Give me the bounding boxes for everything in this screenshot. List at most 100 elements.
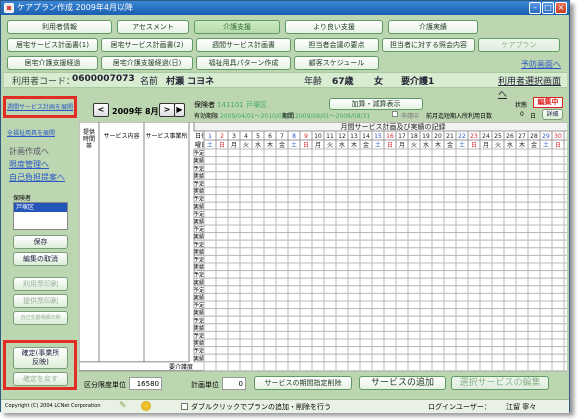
- schedule-cell: [335, 254, 349, 264]
- schedule-cell: [395, 353, 409, 363]
- schedule-cell: [503, 277, 517, 287]
- nav-care-support[interactable]: 介護支援: [194, 20, 280, 34]
- insurer-value: 141101 戸塚区: [217, 101, 267, 109]
- schedule-cell: [539, 270, 553, 279]
- day-number: 28: [530, 133, 538, 140]
- schedule-cell: [335, 292, 349, 302]
- schedule-cell: [203, 270, 217, 279]
- schedule-cell: [203, 194, 217, 203]
- schedule-cell: [227, 186, 241, 196]
- nav-careplan[interactable]: ケアプラン: [478, 38, 560, 52]
- cancel-edit-button[interactable]: 編集の取消: [13, 252, 68, 266]
- nav-better-support[interactable]: より良い支援: [285, 20, 383, 34]
- schedule-cell: [419, 338, 433, 348]
- schedule-cell: [503, 239, 517, 249]
- insurer-list-item[interactable]: 戸塚区: [14, 203, 67, 212]
- schedule-cell: [479, 292, 493, 302]
- monthly-grid[interactable]: 月間サービス計画及び実績の記録提供時間帯サービス内容 サービス事業所 日付曜日1土2…: [79, 122, 567, 374]
- schedule-cell: [527, 209, 541, 218]
- print-use-button[interactable]: 利用票印刷: [13, 277, 68, 291]
- schedule-cell: [275, 201, 289, 211]
- schedule-cell: [275, 285, 289, 294]
- schedule-cell: [479, 262, 493, 272]
- schedule-cell: [479, 277, 493, 287]
- schedule-cell: [239, 285, 253, 294]
- schedule-cell: [347, 232, 361, 241]
- schedule-cell: [479, 194, 493, 203]
- print-provide-button[interactable]: 提供票印刷: [13, 294, 68, 308]
- day-number: 29: [542, 133, 550, 140]
- schedule-cell: [347, 171, 361, 180]
- burden-proposal-link[interactable]: 自己負担提案へ: [9, 172, 65, 183]
- close-button[interactable]: ×: [555, 2, 567, 14]
- jump-month-button[interactable]: ▶: [174, 103, 185, 117]
- nav-welfare-pattern[interactable]: 福祉用具パターン作成: [196, 56, 291, 70]
- add-sub-display-button[interactable]: 加算・減算表示: [329, 98, 423, 110]
- save-button[interactable]: 保存: [13, 235, 68, 249]
- schedule-cell: [383, 277, 397, 287]
- prevention-screen-link[interactable]: 予防画面へ: [521, 59, 561, 70]
- limit-manage-link[interactable]: 限度管理へ: [9, 159, 49, 170]
- schedule-cell: [251, 186, 265, 196]
- schedule-cell: [311, 247, 325, 256]
- maximize-button[interactable]: □: [542, 2, 554, 14]
- day-number: 25: [494, 133, 502, 140]
- nav-plan-2[interactable]: 居宅サービス計画書(2): [101, 38, 193, 52]
- nav-client-schedule[interactable]: 顧客スケジュール: [294, 56, 379, 70]
- day-number: 30: [554, 133, 562, 140]
- user-name: 村瀬 コヨネ: [166, 77, 215, 87]
- schedule-cell: [407, 300, 421, 310]
- nav-weekly-plan[interactable]: 週間サービス計画書: [196, 38, 291, 52]
- schedule-cell: [203, 216, 217, 226]
- nav-user-info[interactable]: 利用者情報: [7, 20, 112, 34]
- nav-care-records[interactable]: 介護実績: [388, 20, 478, 34]
- edit-selected-service-button[interactable]: 選択サービスの編集: [451, 376, 549, 390]
- footer-cell: [563, 361, 567, 372]
- user-info-bar: 利用者コード： 0600007073 名前 村瀬 コヨネ 年齢 67歳 女 要介…: [4, 72, 567, 100]
- schedule-cell: [455, 330, 469, 340]
- nav-inquiry[interactable]: 担当者に対する照会内容: [382, 38, 475, 52]
- prev-month-button[interactable]: <: [93, 103, 109, 117]
- schedule-cell: [551, 262, 565, 272]
- schedule-cell: [467, 201, 481, 211]
- schedule-cell: [443, 277, 457, 287]
- insurer-listbox[interactable]: 戸塚区: [13, 202, 68, 230]
- schedule-cell: [503, 209, 517, 218]
- day-number: 5: [256, 133, 260, 140]
- schedule-cell: [299, 323, 313, 332]
- schedule-cell: [347, 178, 361, 188]
- nav-assessment[interactable]: アセスメント: [117, 20, 189, 34]
- schedule-cell: [467, 171, 481, 180]
- schedule-cell: [287, 232, 301, 241]
- detail-button[interactable]: 詳細: [542, 109, 563, 120]
- confirm-office-button[interactable]: 確定(事業所 反映): [13, 347, 68, 369]
- schedule-cell: [359, 254, 373, 264]
- minimize-button[interactable]: –: [529, 2, 541, 14]
- schedule-cell: [491, 292, 505, 302]
- service-period-delete-button[interactable]: サービスの期間指定削除: [254, 376, 352, 390]
- schedule-cell: [527, 239, 541, 249]
- nav-support-progress[interactable]: 居宅介護支援経過: [7, 56, 98, 70]
- print-self-button[interactable]: 自己支援明細印刷: [13, 311, 68, 325]
- doubleclick-checkbox[interactable]: [181, 403, 188, 410]
- period-value: 2009/08/01〜2009/08/31: [295, 113, 371, 120]
- nav-meeting-points[interactable]: 担当者会議の要点: [294, 38, 379, 52]
- application-checkbox[interactable]: [392, 111, 398, 117]
- footer-cell: [491, 361, 505, 372]
- schedule-cell: [467, 353, 481, 363]
- schedule-cell: [275, 353, 289, 363]
- nav-support-progress-day[interactable]: 居宅介護支援経過(日): [101, 56, 193, 70]
- schedule-cell: [419, 330, 433, 340]
- nav-plan-1[interactable]: 居宅サービス計画書(1): [7, 38, 98, 52]
- add-service-button[interactable]: サービスの追加: [359, 376, 446, 390]
- schedule-cell: [359, 194, 373, 203]
- schedule-cell: [563, 171, 567, 180]
- schedule-cell: [287, 201, 301, 211]
- all-rental-expand-link[interactable]: 全福祉用具を展開: [7, 128, 55, 137]
- schedule-cell: [311, 308, 325, 317]
- weekly-plan-expand-link[interactable]: 週間サービス計画を展開: [7, 102, 73, 111]
- schedule-cell: [515, 186, 529, 196]
- schedule-cell: [251, 156, 265, 165]
- next-month-button[interactable]: >: [159, 103, 175, 117]
- schedule-cell: [395, 194, 409, 203]
